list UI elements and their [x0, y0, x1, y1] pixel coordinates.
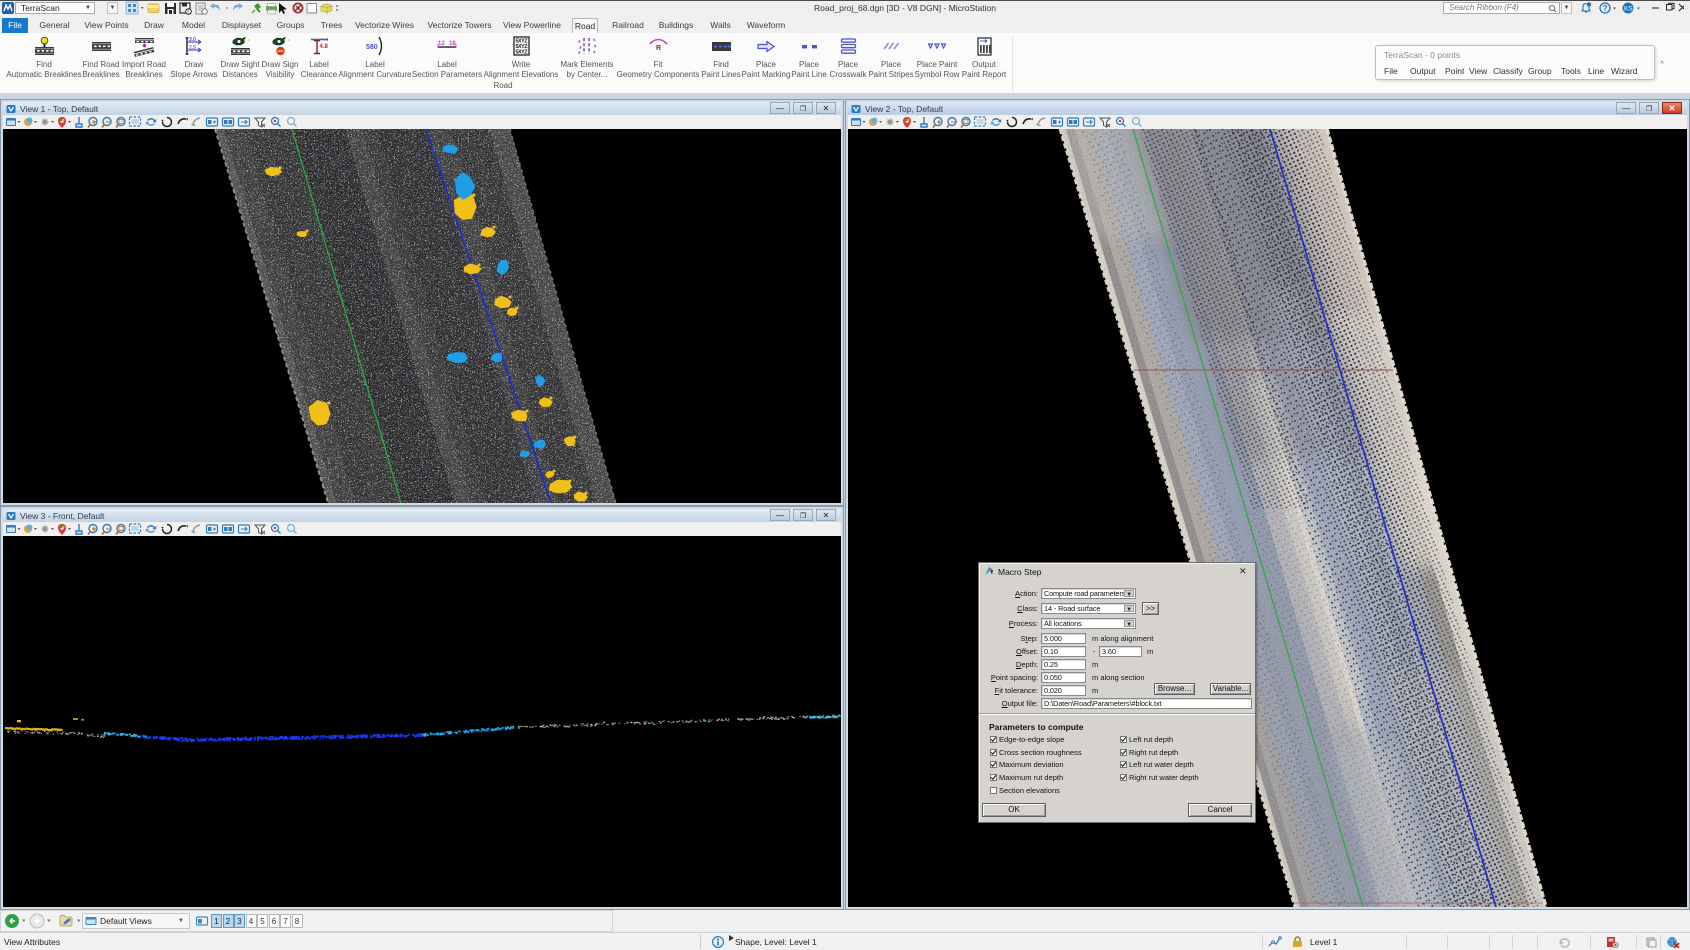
svg-text:18: 18 — [449, 41, 456, 47]
svg-text:12: 12 — [438, 41, 445, 47]
svg-text:3.0: 3.0 — [189, 37, 196, 43]
svg-text:2.5: 2.5 — [189, 45, 196, 51]
svg-text:!: ! — [187, 9, 189, 15]
svg-text:580: 580 — [366, 44, 378, 51]
svg-text:?: ? — [1603, 4, 1608, 13]
svg-text:4.8: 4.8 — [320, 44, 329, 50]
svg-text:R: R — [656, 45, 661, 52]
svg-text:KS: KS — [1624, 6, 1633, 13]
svg-text:5XYZ: 5XYZ — [516, 50, 529, 56]
